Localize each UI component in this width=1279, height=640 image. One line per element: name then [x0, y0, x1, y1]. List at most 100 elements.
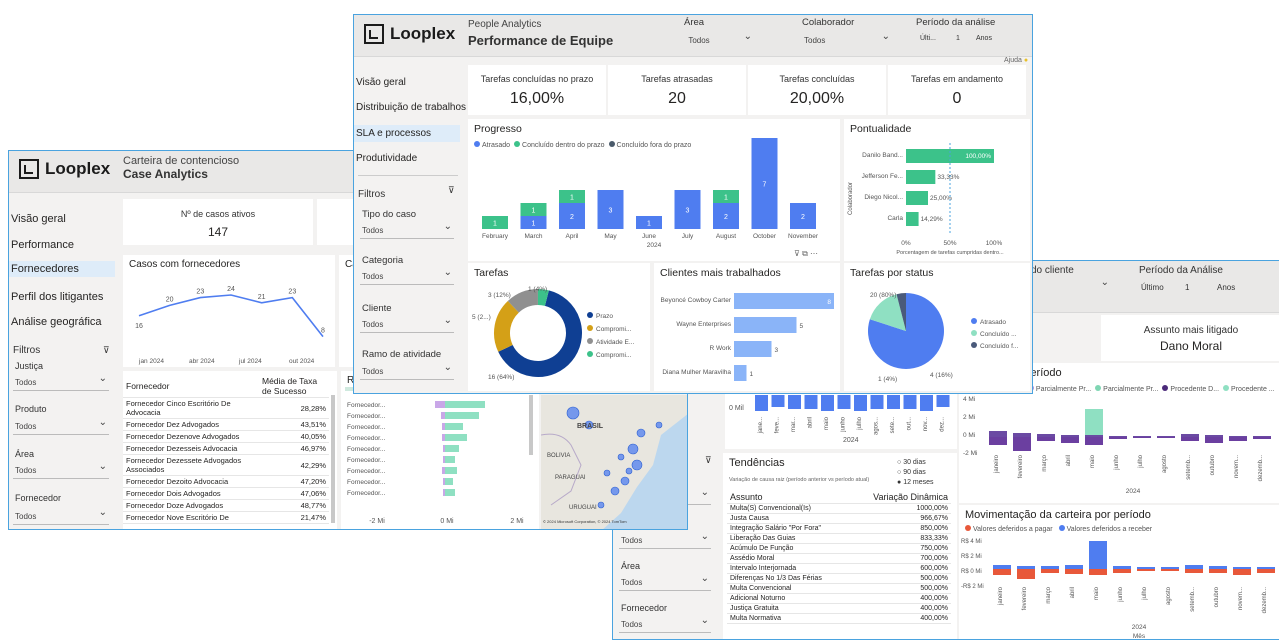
mov-axis-label: R$ 4 Mi: [961, 539, 982, 545]
tend-opt-30[interactable]: ○ 30 dias: [897, 459, 926, 466]
table-row[interactable]: Fornecedor Dezoito Advocacia 47,20%: [123, 475, 329, 488]
table-row[interactable]: Fornecedor Dezessete Advogados Associado…: [123, 454, 329, 476]
decisoes-bar-neg: [1157, 437, 1175, 438]
pontualidade-value-label: 33,33%: [937, 174, 959, 181]
re-axis-label: 2 Mi: [510, 518, 524, 525]
table-row[interactable]: Justiça Gratuita 400,00%: [727, 603, 951, 614]
casos-line-chart: 16 20 23 24 21 23 8 jan 2024 abr 2024 jul 2024 out…: [135, 286, 325, 365]
case-filter-icon[interactable]: ⊽: [103, 345, 110, 356]
tend-opt-90[interactable]: ○ 90 dias: [897, 469, 926, 476]
lit-period-n[interactable]: 1: [1185, 283, 1189, 292]
case-nav-visao-geral[interactable]: Visão geral: [11, 213, 66, 225]
table-row[interactable]: Multa Convencional 500,00%: [727, 583, 951, 594]
table-row[interactable]: Diferenças No 1/3 Das Férias 500,00%: [727, 573, 951, 584]
lit-filter-icon[interactable]: ⊽: [705, 455, 712, 466]
kpi-value: 16,00%: [509, 90, 565, 107]
table-row[interactable]: Integração Salário "Por Fora" 850,00%: [727, 523, 951, 534]
table-row[interactable]: Fornecedor Dezesseis Advocacia 46,97%: [123, 442, 329, 455]
clientes-value: 5: [800, 323, 804, 330]
status-legend-label: Concluído ...: [980, 331, 1017, 338]
perf-filters-label: Filtros: [358, 189, 386, 200]
case-nav-perfil[interactable]: Perfil dos litigantes: [11, 291, 103, 303]
tend-head-assunto[interactable]: Assunto: [727, 491, 850, 504]
lit-filter-fornecedor-label: Fornecedor: [621, 603, 668, 613]
perf-nav-sla[interactable]: SLA e processos: [354, 125, 460, 142]
mov-axis-label: -R$ 2 Mi: [961, 584, 984, 590]
clientes-bar: [734, 341, 772, 357]
slicer-periodo-n[interactable]: 1: [956, 35, 960, 42]
perf-nav-distribuicao[interactable]: Distribuição de trabalhos: [356, 102, 466, 113]
fornecedor-head-name[interactable]: Fornecedor: [123, 375, 259, 398]
hist-chart: jane... feve... mar... abril maio junho julho a…: [755, 395, 950, 435]
decisoes-month-label: março: [1042, 454, 1048, 471]
mov-bar-pagar: [1041, 569, 1059, 573]
case-filter-produto-dd[interactable]: Todos: [13, 417, 109, 435]
tend-head-variacao[interactable]: Variação Dinâmica: [849, 491, 951, 504]
perf-nav-visao-geral[interactable]: Visão geral: [356, 77, 406, 88]
map-bubble: [625, 467, 633, 475]
decisoes-month-label: novem...: [1234, 455, 1240, 478]
mov-month-label: junho: [1118, 586, 1124, 602]
table-row[interactable]: Justa Causa 966,67%: [727, 513, 951, 524]
table-row[interactable]: Fornecedor Dez Advogados 43,51%: [123, 418, 329, 431]
visual-toolbar[interactable]: ⊽ ⧉ ⋯: [794, 249, 818, 259]
movimentacao-chart: R$ 4 Mi R$ 2 Mi R$ 0 Mi -R$ 2 Mi janeiro feve…: [961, 539, 1275, 639]
lit-period-unit[interactable]: Anos: [1217, 283, 1235, 292]
map-visual[interactable]: [541, 395, 688, 530]
table-row[interactable]: Fornecedor Cinco Escritório De Advocacia…: [123, 397, 329, 419]
table-row[interactable]: Liberação Das Guias 833,33%: [727, 533, 951, 544]
table-row[interactable]: Multa Normativa 400,00%: [727, 613, 951, 624]
perf-filter-cliente-label: Cliente: [362, 303, 392, 314]
tend-variacao: 500,00%: [849, 583, 951, 594]
lit-filter-area-label: Área: [621, 561, 641, 571]
case-filter-area-dd[interactable]: Todos: [13, 461, 109, 479]
case-nav-performance[interactable]: Performance: [11, 239, 74, 251]
fornecedor-head-rate[interactable]: Média de Taxa de Sucesso: [259, 375, 329, 398]
lit-client-dropdown[interactable]: [1031, 277, 1111, 295]
tend-opt-12[interactable]: ● 12 meses: [897, 479, 934, 486]
slicer-periodo-last[interactable]: Últi...: [920, 35, 936, 42]
re-bar-pos: [445, 478, 453, 485]
table-row[interactable]: Multa(S) Convencional(Is) 1000,00%: [727, 503, 951, 514]
slicer-colaborador-dd[interactable]: Todos: [802, 31, 892, 49]
table-row[interactable]: Adicional Noturno 400,00%: [727, 593, 951, 604]
mov-bar-receber: [1065, 565, 1083, 569]
case-filter-fornecedor-dd[interactable]: Todos: [13, 507, 109, 525]
tend-assunto: Liberação Das Guias: [727, 533, 850, 544]
lit-filter-fornecedor-dd[interactable]: Todos: [619, 615, 711, 633]
perf-filter-categoria-dd[interactable]: Todos: [360, 267, 454, 285]
perf-nav-produtividade[interactable]: Produtividade: [356, 153, 417, 164]
perf-filter-ramo-dd[interactable]: Todos: [360, 362, 454, 380]
lit-filter-area-dd[interactable]: Todos: [619, 573, 711, 591]
table-row[interactable]: Fornecedor Dois Advogados 47,06%: [123, 487, 329, 500]
case-filter-justica-dd[interactable]: Todos: [13, 373, 109, 391]
fornecedor-scrollbar[interactable]: [331, 395, 335, 523]
lit-filter-dd-2[interactable]: Todos: [619, 531, 711, 549]
lit-period-last[interactable]: Último: [1141, 283, 1164, 292]
table-row[interactable]: Fornecedor Dezenove Advogados 40,05%: [123, 430, 329, 443]
table-row[interactable]: Intervalo Interjornada 600,00%: [727, 563, 951, 574]
re-bar-pos: [445, 445, 459, 452]
table-row[interactable]: Acúmulo De Função 750,00%: [727, 543, 951, 554]
perf-filter-cliente-dd[interactable]: Todos: [360, 315, 454, 333]
casos-point-label: 16: [135, 323, 143, 330]
case-nav-geografica[interactable]: Análise geográfica: [11, 316, 102, 328]
progresso-bar-label: 1: [724, 195, 728, 202]
perf-filter-tipo-dd[interactable]: Todos: [360, 221, 454, 239]
mov-month-label: outubro: [1214, 586, 1220, 607]
re-bar-neg: [443, 456, 445, 463]
case-nav-fornecedores[interactable]: Fornecedores: [9, 261, 115, 277]
tarefas-legend-label: Atividade E...: [596, 339, 634, 346]
slicer-area-dd[interactable]: Todos: [644, 31, 754, 49]
slicer-periodo-label: Período da análise: [916, 17, 996, 28]
status-legend-dot: [971, 330, 977, 336]
help-link[interactable]: Ajuda ●: [1004, 57, 1028, 64]
slicer-periodo-unit[interactable]: Anos: [976, 35, 992, 42]
nav-divider: [358, 175, 458, 176]
table-row[interactable]: Assédio Moral 700,00%: [727, 553, 951, 564]
perf-filter-icon[interactable]: ⊽: [448, 185, 455, 196]
table-row[interactable]: Fornecedor Doze Advogados 48,77%: [123, 499, 329, 512]
table-row[interactable]: Fornecedor Nove Escritório De 21,47%: [123, 511, 329, 524]
kpi-label: Tarefas atrasadas: [641, 74, 713, 84]
progresso-bar-label: 1: [647, 221, 651, 228]
